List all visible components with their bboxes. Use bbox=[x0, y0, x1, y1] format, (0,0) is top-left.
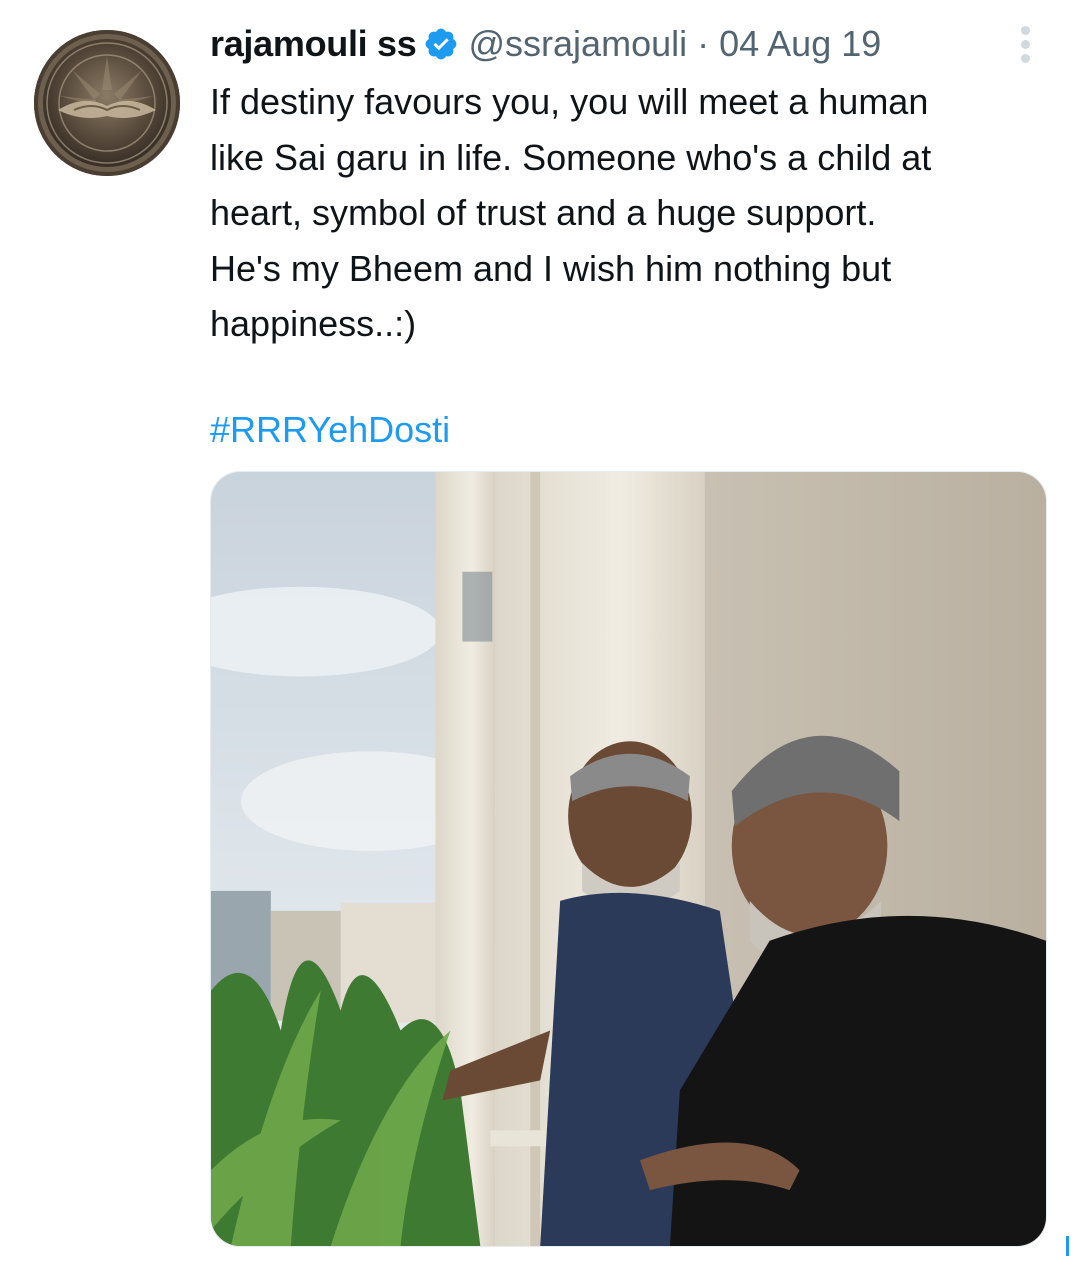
tweet-text-line: If destiny favours you, you will meet a … bbox=[210, 81, 929, 122]
user-handle[interactable]: @ssrajamouli bbox=[469, 23, 688, 65]
tweet-text-line: like Sai garu in life. Someone who's a c… bbox=[210, 136, 932, 178]
tweet[interactable]: rajamouli ss @ssrajamouli · 04 Aug 19 If… bbox=[0, 0, 1072, 1268]
tweet-date[interactable]: 04 Aug 19 bbox=[719, 23, 881, 65]
tweet-header: rajamouli ss @ssrajamouli · 04 Aug 19 bbox=[210, 18, 881, 70]
header-separator: · bbox=[697, 23, 710, 64]
tweet-text-line: happiness..:) bbox=[210, 303, 417, 344]
tweet-photo[interactable] bbox=[210, 471, 1047, 1247]
tweet-text: If destiny favours you, you will meet a … bbox=[210, 74, 1050, 352]
avatar-emblem bbox=[46, 42, 168, 164]
tweet-text-line: He's my Bheem and I wish him nothing but bbox=[210, 247, 892, 289]
verified-badge-icon bbox=[423, 26, 459, 62]
display-name[interactable]: rajamouli ss bbox=[210, 23, 417, 65]
more-options-icon[interactable] bbox=[1016, 24, 1036, 64]
hashtag-link[interactable]: #RRRYehDosti bbox=[210, 402, 450, 457]
scroll-indicator bbox=[1066, 1236, 1069, 1256]
tweet-text-line: heart, symbol of trust and a huge suppor… bbox=[210, 192, 877, 233]
avatar[interactable] bbox=[34, 30, 180, 176]
